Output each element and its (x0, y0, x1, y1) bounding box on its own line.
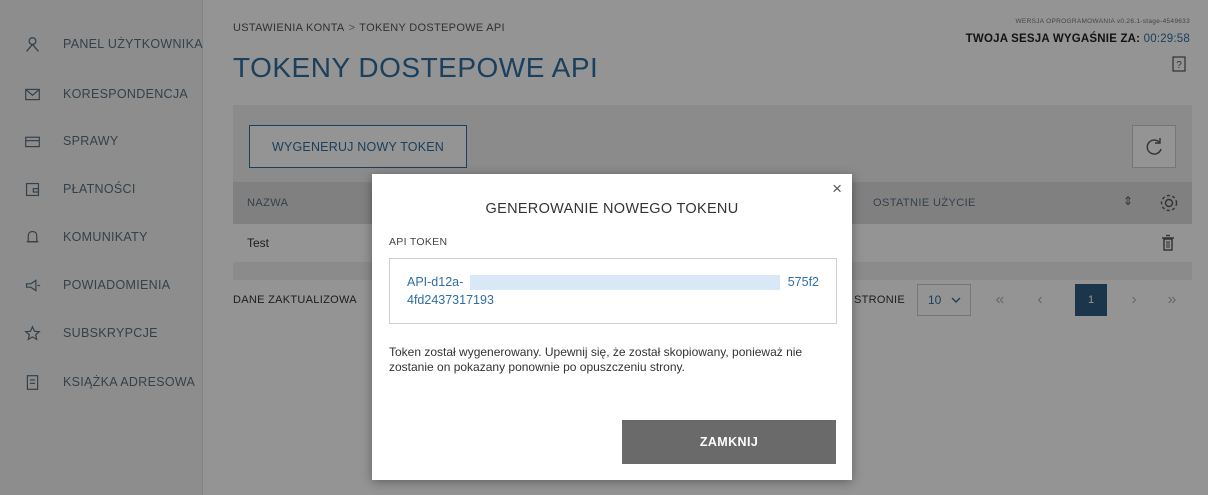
modal-title: GENEROWANIE NOWEGO TOKENU (485, 201, 739, 217)
token-line-1: API-d12a- 575f2 (407, 275, 819, 289)
api-token-field[interactable]: API-d12a- 575f2 4fd2437317193 (389, 258, 837, 324)
close-modal-button[interactable]: ZAMKNIJ (622, 420, 836, 464)
token-end: 575f2 (787, 275, 819, 289)
api-token-label: API TOKEN (389, 236, 448, 248)
close-icon[interactable]: × (832, 179, 842, 199)
modal-message: Token został wygenerowany. Upewnij się, … (389, 345, 803, 374)
generate-token-modal: × GENEROWANIE NOWEGO TOKENU API TOKEN AP… (372, 174, 852, 480)
token-start: API-d12a- (407, 275, 464, 289)
token-line-2: 4fd2437317193 (407, 293, 494, 307)
